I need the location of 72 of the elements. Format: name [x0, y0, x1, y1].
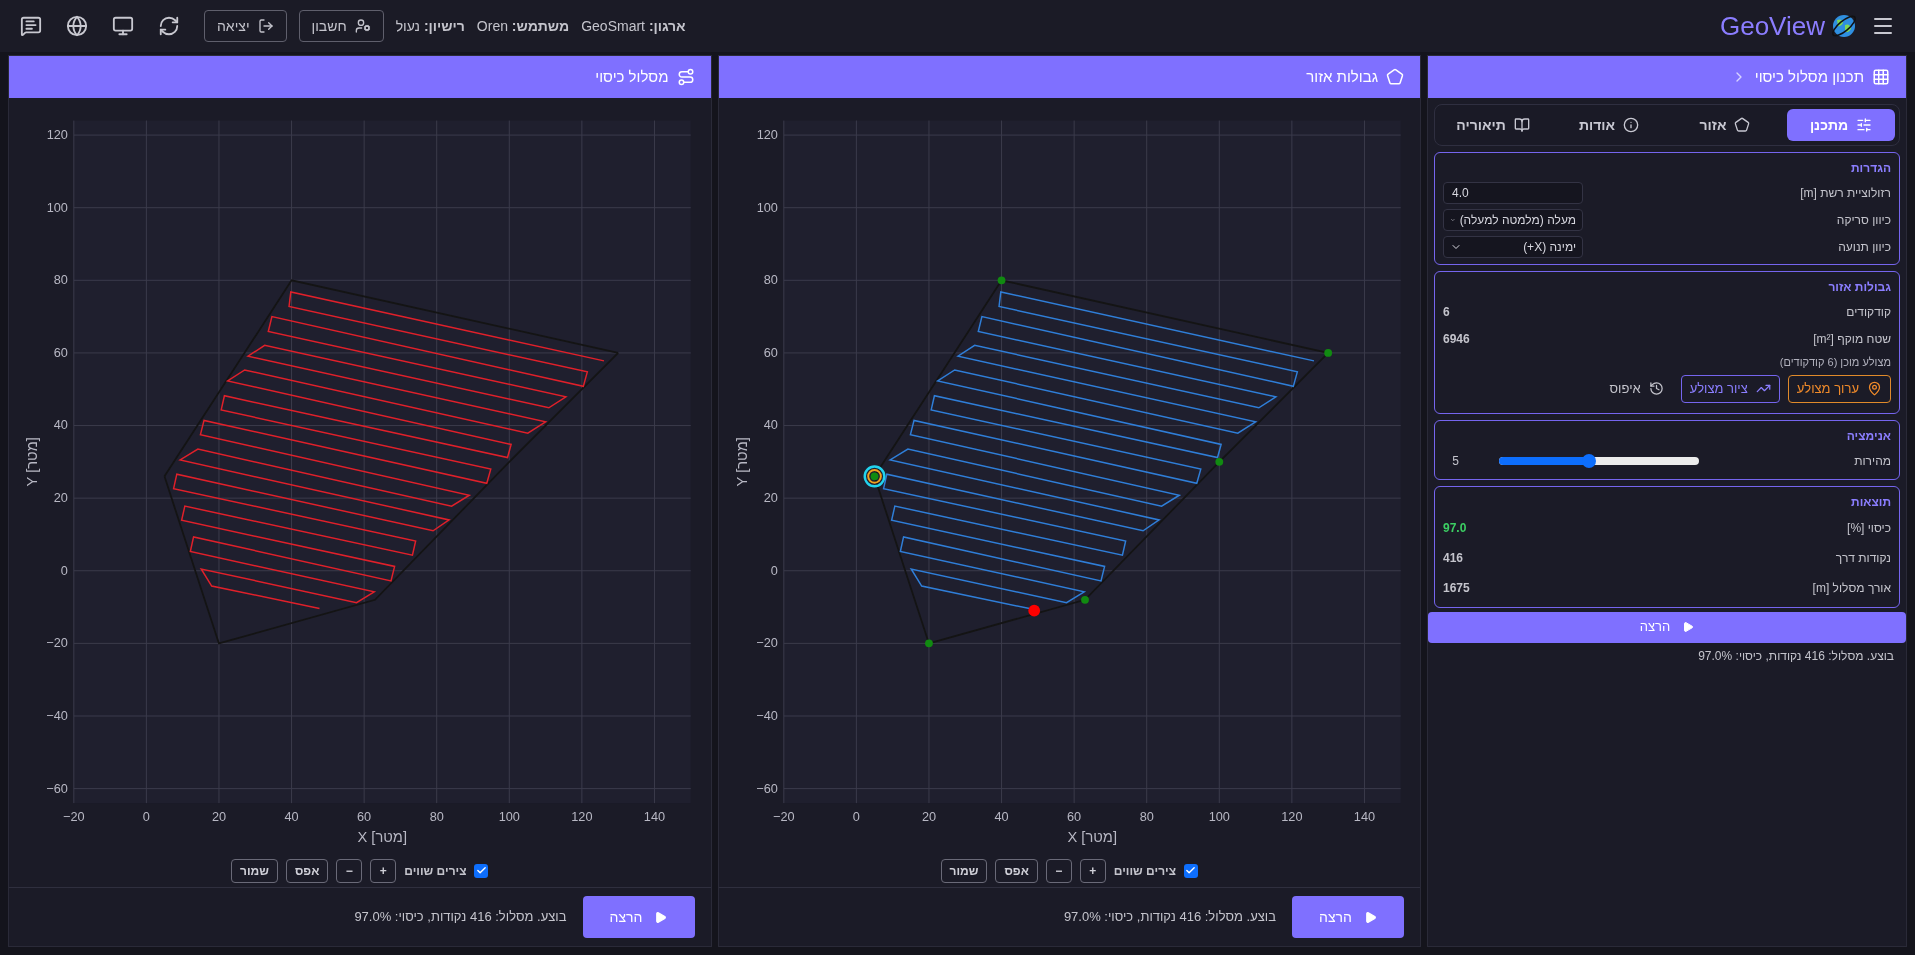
- stat-label: קודקודים: [1846, 303, 1891, 321]
- tick-label: 140: [643, 808, 666, 824]
- panel-title: גבולות אזור: [1306, 66, 1378, 87]
- tick-label: 80: [429, 808, 444, 824]
- tick-label: 60: [53, 344, 68, 360]
- tick-label: 100: [756, 199, 778, 215]
- tick-label: 100: [46, 199, 68, 215]
- axis-title: X [מטר]: [1067, 829, 1117, 846]
- tick-label: 100: [1208, 808, 1230, 824]
- tick-label: −20: [63, 808, 85, 824]
- axis-title: Y [מטר]: [733, 437, 750, 487]
- tick-label: −20: [772, 808, 795, 824]
- tick-label: 40: [53, 417, 68, 433]
- tick-label: −20: [755, 635, 778, 651]
- tick-label: 80: [1139, 808, 1154, 824]
- stat-value: 6946: [1443, 330, 1470, 348]
- section-title: אנימציה: [1845, 427, 1891, 445]
- section-title: תוצאות: [1850, 493, 1891, 511]
- tick-label: 80: [763, 272, 778, 288]
- status-text: בוצע. מסלול: 416 נקודות, כיסוי: 97.0%: [1063, 908, 1276, 927]
- result-value: 416: [1443, 549, 1464, 567]
- result-value: 1675: [1443, 579, 1470, 597]
- tick-label: 20: [53, 490, 68, 506]
- field-label: רזולוציית רשת [m]: [1800, 184, 1891, 202]
- tick-label: 0: [770, 562, 778, 578]
- checkbox-label: צירים שווים: [1113, 862, 1176, 880]
- tick-label: 0: [142, 808, 150, 824]
- stat-label: שטח מוקף [m²]: [1813, 330, 1891, 348]
- checkbox-label: צירים שווים: [404, 862, 467, 880]
- tick-label: 100: [498, 808, 520, 824]
- tick-label: 40: [993, 808, 1009, 824]
- section-title: גבולות אזור: [1827, 279, 1891, 296]
- tick-label: 40: [284, 808, 299, 824]
- section-title: הגדרות: [1850, 160, 1891, 177]
- stat-value: 6: [1443, 303, 1450, 321]
- status-text: בוצע. מסלול: 416 נקודות, כיסוי: 97.0%: [1697, 647, 1895, 665]
- tick-label: −40: [755, 707, 778, 723]
- tick-label: 120: [1280, 808, 1302, 824]
- panel-title: מסלול כיסוי: [595, 66, 669, 87]
- result-value: 97.0: [1443, 519, 1467, 537]
- field-label: כיוון סריקה: [1836, 211, 1891, 229]
- tick-label: 60: [357, 808, 372, 824]
- tick-label: 20: [211, 808, 227, 824]
- tick-label: 120: [46, 127, 68, 142]
- slider-reading: 5: [1451, 452, 1459, 470]
- tick-label: 140: [1353, 808, 1375, 824]
- result-label: אורך מסלול [m]: [1812, 579, 1891, 597]
- tick-label: 120: [756, 127, 778, 142]
- brand-name: GeoView: [1719, 9, 1825, 43]
- tick-label: −20: [46, 635, 68, 651]
- account-info: רישיון: נעול: [395, 16, 465, 36]
- panel-title: תכנון מסלול כיסוי: [1754, 66, 1864, 87]
- status-text: בוצע. מסלול: 416 נקודות, כיסוי: 97.0%: [354, 908, 567, 927]
- tick-label: 60: [763, 344, 778, 360]
- tick-label: −60: [46, 780, 68, 796]
- tick-label: 40: [763, 417, 778, 433]
- tick-label: 0: [852, 808, 860, 824]
- field-label: כיוון תנועה: [1838, 238, 1891, 256]
- tick-label: 0: [60, 562, 68, 578]
- axis-title: Y [מטר]: [23, 437, 40, 487]
- axis-title: X [מטר]: [357, 829, 408, 846]
- tick-label: 60: [1066, 808, 1081, 824]
- polygon-note: מצולע מוכן (6 קודקודים): [1778, 355, 1891, 370]
- tick-label: 80: [53, 272, 68, 288]
- slider-label: מהירות: [1854, 452, 1891, 470]
- result-label: כיסוי [%]: [1847, 519, 1891, 537]
- tick-label: −60: [755, 780, 778, 796]
- result-label: נקודות דרך: [1835, 549, 1891, 567]
- tick-label: 20: [763, 490, 778, 506]
- tick-label: 120: [571, 808, 593, 824]
- tick-label: 20: [921, 808, 936, 824]
- tick-label: −40: [46, 707, 68, 723]
